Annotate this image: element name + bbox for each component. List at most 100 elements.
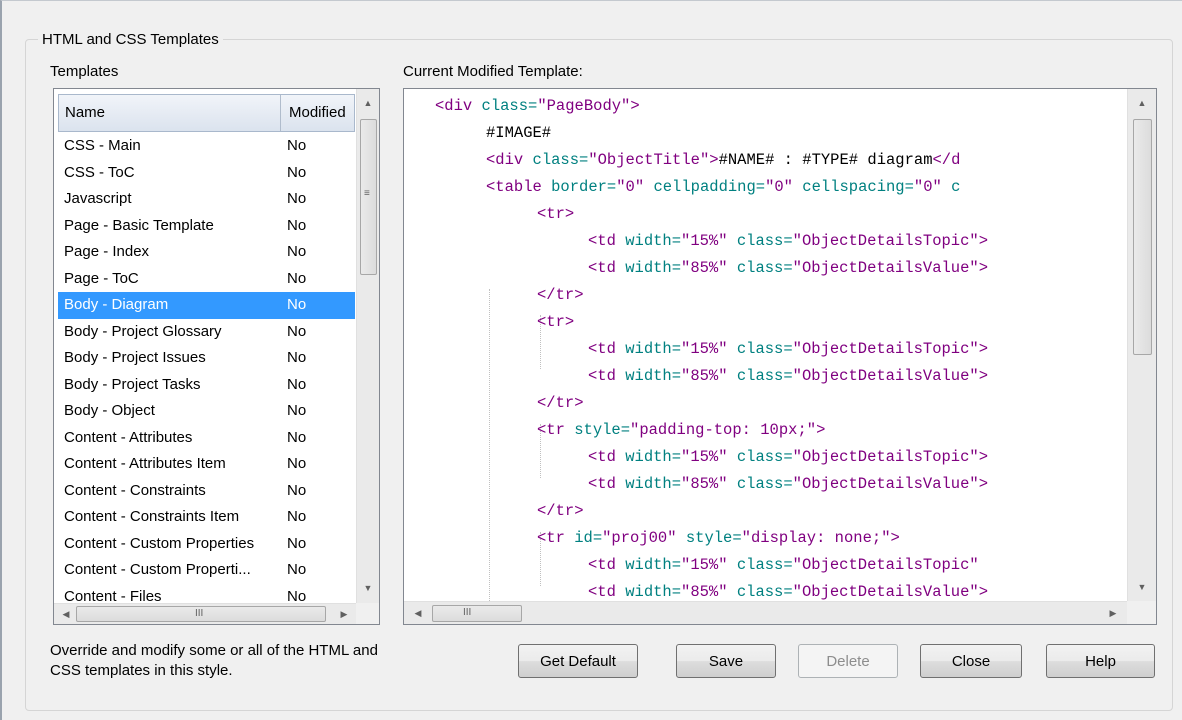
code-token: > [709,151,719,169]
list-item[interactable]: Page - Index No [58,239,355,266]
template-name: Content - Custom Properti... [64,561,251,578]
scroll-down-icon[interactable]: ▼ [358,578,378,598]
editor-horizontal-scrollbar[interactable]: ◀ III ▶ [404,601,1127,624]
code-token: <td [588,475,626,493]
code-token: "ObjectDetailsTopic" [792,232,979,250]
list-item[interactable]: Body - Object No [58,398,355,425]
template-modified: No [287,322,307,340]
template-modified: No [287,190,307,207]
templates-list[interactable]: Name Modified CSS - Main No CSS - ToC No Jav… [53,88,380,625]
code-token: "ObjectDetailsValue" [792,367,979,385]
code-token: style= [676,529,742,547]
list-item[interactable]: Content - Attributes Item No [58,451,355,478]
delete-button[interactable]: Delete [798,644,898,678]
list-item[interactable]: Body - Diagram No [58,292,355,319]
list-item[interactable]: Content - Custom Properties No [58,531,355,558]
code-token: class= [727,583,793,601]
code-area[interactable]: <div class="PageBody"> #IMAGE# <div class=… [404,89,1127,601]
code-token: <tr [537,421,575,439]
template-name: Content - Attributes [64,428,193,446]
list-item[interactable]: Body - Project Glossary No [58,319,355,346]
list-item[interactable]: Content - Attributes No [58,425,355,452]
list-item[interactable]: Content - Constraints Item No [58,504,355,531]
editor-vertical-thumb[interactable] [1133,119,1152,355]
template-modified: No [287,455,307,472]
code-token: class= [727,556,793,574]
template-name: Page - Basic Template [64,216,214,234]
help-button[interactable]: Help [1046,644,1155,678]
list-item[interactable]: Content - Files No [58,584,355,604]
code-token: "display: none;" [741,529,891,547]
code-token: </tr> [537,286,584,304]
scroll-left-icon[interactable]: ◀ [56,604,76,624]
list-item[interactable]: Page - Basic Template No [58,213,355,240]
list-item[interactable]: Body - Project Tasks No [58,372,355,399]
code-token: > [630,97,640,115]
code-line: <td width="15%" class="ObjectDetailsTopi… [588,336,988,363]
get-default-button[interactable]: Get Default [518,644,638,678]
list-item[interactable]: Content - Constraints No [58,478,355,505]
scroll-left-icon[interactable]: ◀ [408,603,428,623]
template-modified: No [287,269,307,287]
list-item[interactable]: CSS - ToC No [58,160,355,187]
close-button[interactable]: Close [920,644,1022,678]
list-item[interactable]: Javascript No [58,186,355,213]
code-token: "ObjectDetailsTopic" [792,340,979,358]
list-item[interactable]: Body - Project Issues No [58,345,355,372]
template-name: Content - Files [64,587,162,604]
code-token: "ObjectDetailsTopic" [792,448,979,466]
code-token: "ObjectDetailsValue" [792,259,979,277]
column-header-name[interactable]: Name [59,95,281,131]
list-item[interactable]: CSS - Main No [58,133,355,160]
template-modified: No [287,428,307,446]
list-item[interactable]: Content - Custom Properti... No [58,557,355,584]
save-button[interactable]: Save [676,644,776,678]
template-rows: CSS - Main No CSS - ToC No Javascript No Page … [58,133,355,603]
code-token: > [978,448,989,466]
code-token: <td [588,232,626,250]
scroll-up-icon[interactable]: ▲ [358,93,378,113]
code-line: <tr id="proj00" style="display: none;"> [537,525,900,552]
code-token: "ObjectDetailsTopic" [792,556,979,574]
list-horizontal-thumb[interactable]: III [76,606,326,622]
list-vertical-scrollbar[interactable]: ▲ ≡ ▼ [356,89,379,603]
code-token: class= [532,151,589,169]
code-token: </tr> [537,394,584,412]
group-title: HTML and CSS Templates [38,31,223,48]
current-template-label: Current Modified Template: [403,63,583,80]
scroll-up-icon[interactable]: ▲ [1132,93,1152,113]
list-vertical-thumb[interactable]: ≡ [360,119,377,275]
scroll-right-icon[interactable]: ▶ [334,604,354,624]
editor-vertical-scrollbar[interactable]: ▲ ▼ [1127,89,1156,601]
column-header-modified[interactable]: Modified [281,95,355,131]
code-token: <tr [537,529,575,547]
template-name: Page - ToC [64,269,139,287]
code-token: class= [727,448,793,466]
code-token: "15%" [681,448,728,466]
list-horizontal-scrollbar[interactable]: ◀ III ▶ [54,603,356,624]
editor-horizontal-thumb[interactable]: III [432,605,522,622]
template-name: Body - Project Issues [64,349,206,366]
code-token: "ObjectTitle" [588,151,710,169]
code-token: "15%" [681,232,728,250]
template-code-editor[interactable]: <div class="PageBody"> #IMAGE# <div class=… [403,88,1157,625]
code-token: "85%" [681,475,728,493]
code-line: </tr> [537,390,584,417]
list-item[interactable]: Page - ToC No [58,266,355,293]
code-token: <td [588,340,626,358]
code-token: > [816,421,826,439]
scrollbar-corner [356,603,379,624]
code-token: class= [727,232,793,250]
code-token: "0" [616,178,645,196]
code-line: #IMAGE# [486,120,551,147]
code-token: cellpadding= [644,178,766,196]
grip-icon: III [195,608,204,619]
template-name: Content - Constraints [64,481,206,499]
code-line: <tr style="padding-top: 10px;"> [537,417,825,444]
code-token: style= [574,421,631,439]
template-name: Body - Object [64,402,155,419]
template-name: Body - Project Glossary [64,322,222,340]
scroll-right-icon[interactable]: ▶ [1103,603,1123,623]
template-name: Content - Constraints Item [64,508,240,525]
scroll-down-icon[interactable]: ▼ [1132,577,1152,597]
